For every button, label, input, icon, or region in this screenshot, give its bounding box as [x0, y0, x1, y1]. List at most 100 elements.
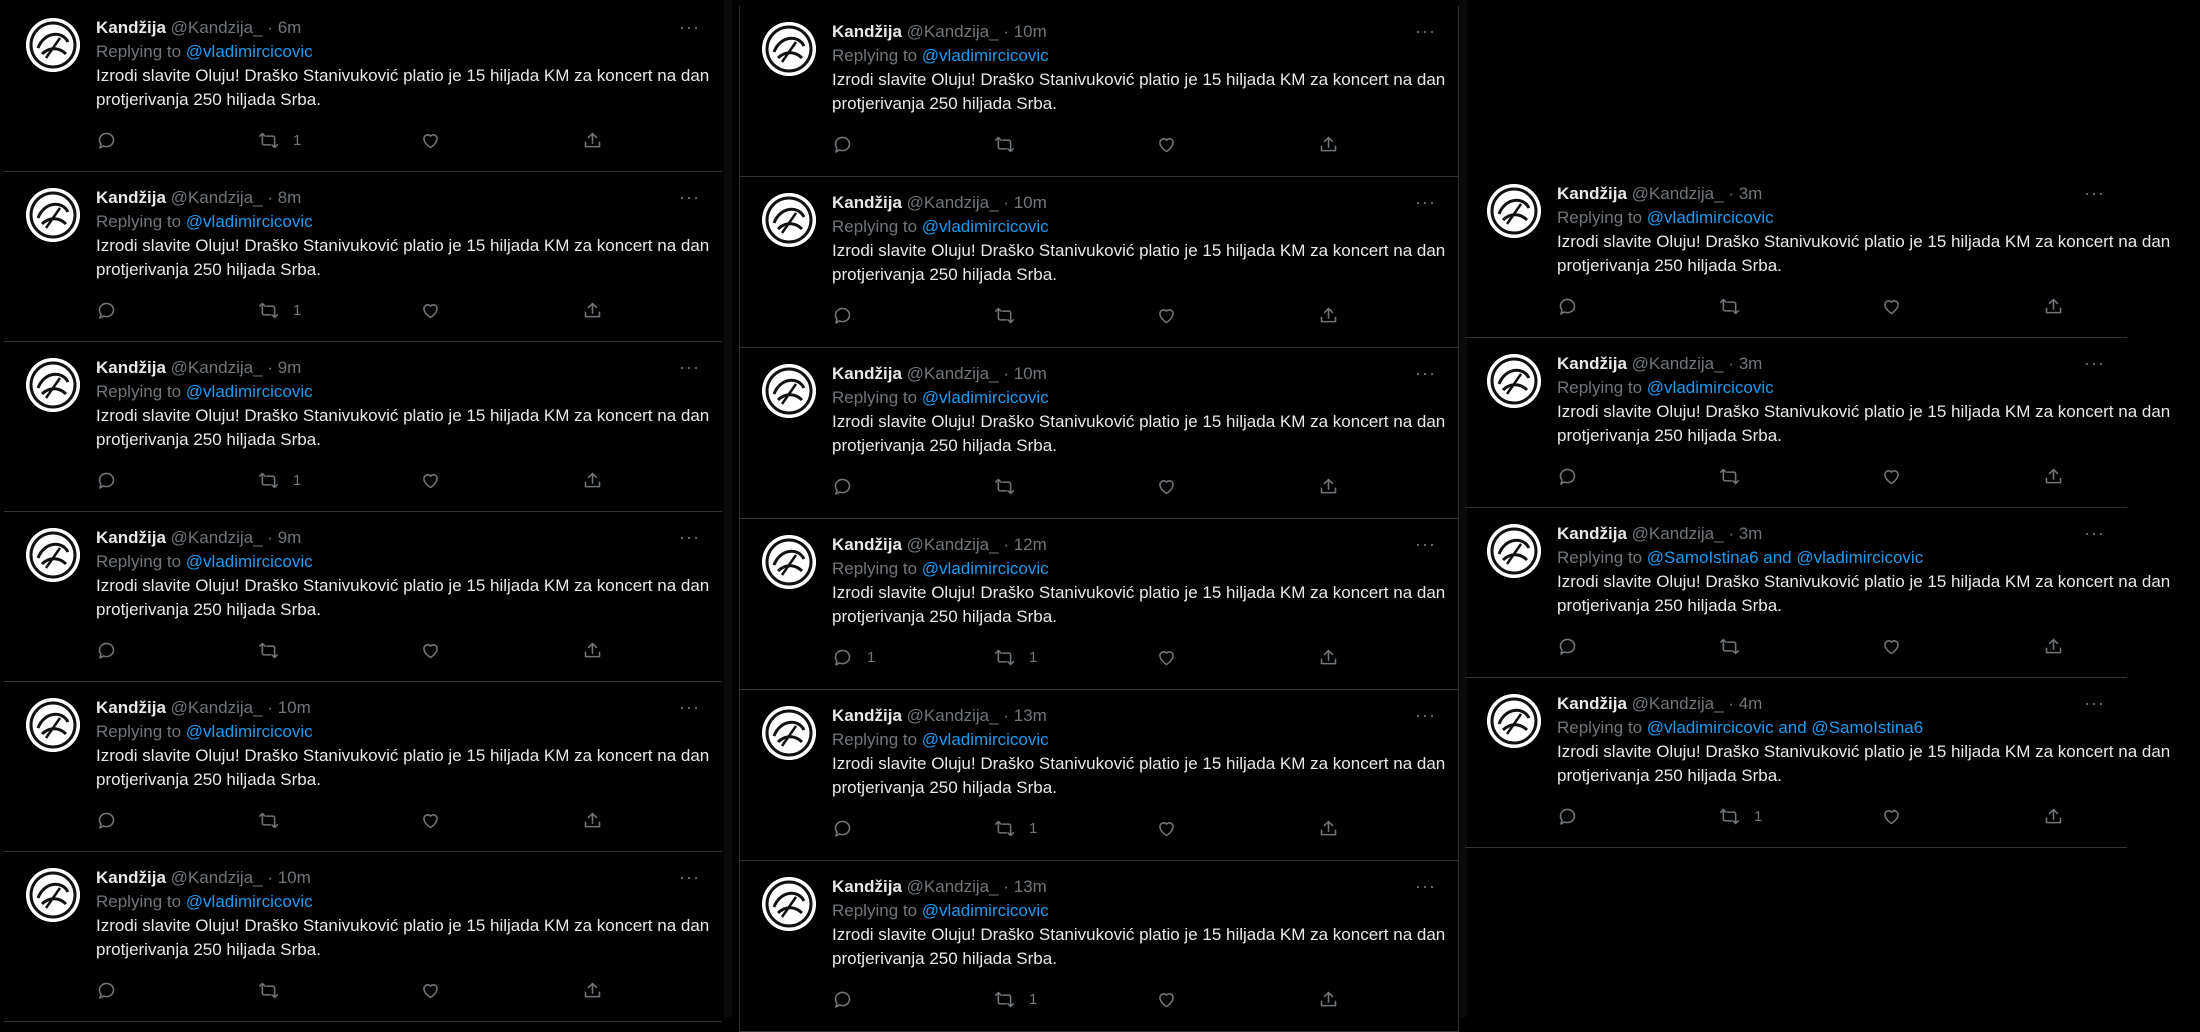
mention-link[interactable]: @SamoIstina6 and @vladimircicovic: [1647, 548, 1923, 567]
share-button[interactable]: [2043, 466, 2200, 487]
like-button[interactable]: [1156, 134, 1318, 155]
more-dots-icon[interactable]: ···: [679, 868, 700, 886]
reply-button[interactable]: [96, 130, 258, 151]
author-handle[interactable]: @Kandzija_: [907, 706, 999, 725]
tweet-time[interactable]: 13m: [1014, 706, 1047, 725]
more-dots-icon[interactable]: ···: [2084, 354, 2105, 372]
mention-link[interactable]: @vladimircicovic: [186, 552, 313, 571]
more-dots-icon[interactable]: ···: [1415, 706, 1436, 724]
retweet-button[interactable]: [994, 134, 1156, 155]
author-name[interactable]: Kandžija: [832, 364, 902, 383]
mention-link[interactable]: @vladimircicovic and @SamoIstina6: [1647, 718, 1923, 737]
tweet-time[interactable]: 9m: [278, 528, 302, 547]
tweet-time[interactable]: 3m: [1739, 184, 1763, 203]
tweet-time[interactable]: 4m: [1739, 694, 1763, 713]
share-button[interactable]: [1318, 134, 1480, 155]
like-button[interactable]: [1881, 636, 2043, 657]
tweet[interactable]: Kandžija @Kandzija_ · 10m ··· Replying t…: [740, 177, 1458, 348]
retweet-button[interactable]: 1: [994, 989, 1156, 1010]
tweet-time[interactable]: 10m: [278, 868, 311, 887]
avatar[interactable]: [762, 364, 816, 418]
author-handle[interactable]: @Kandzija_: [171, 188, 263, 207]
more-dots-icon[interactable]: ···: [1415, 535, 1436, 553]
reply-button[interactable]: [832, 818, 994, 839]
reply-button[interactable]: [1557, 466, 1719, 487]
share-button[interactable]: [582, 130, 744, 151]
author-name[interactable]: Kandžija: [96, 868, 166, 887]
mention-link[interactable]: @vladimircicovic: [922, 559, 1049, 578]
share-button[interactable]: [1318, 818, 1480, 839]
tweet-time[interactable]: 10m: [1014, 22, 1047, 41]
tweet[interactable]: Kandžija @Kandzija_ · 10m ··· Replying t…: [4, 682, 722, 852]
retweet-button[interactable]: [1719, 466, 1881, 487]
reply-button[interactable]: 1: [832, 647, 994, 668]
author-handle[interactable]: @Kandzija_: [171, 358, 263, 377]
tweet-time[interactable]: 8m: [278, 188, 302, 207]
more-dots-icon[interactable]: ···: [1415, 877, 1436, 895]
share-button[interactable]: [2043, 636, 2200, 657]
author-handle[interactable]: @Kandzija_: [907, 193, 999, 212]
like-button[interactable]: [1156, 305, 1318, 326]
tweet[interactable]: Kandžija @Kandzija_ · 10m ··· Replying t…: [740, 348, 1458, 519]
author-name[interactable]: Kandžija: [832, 193, 902, 212]
mention-link[interactable]: @vladimircicovic: [922, 901, 1049, 920]
retweet-button[interactable]: 1: [994, 818, 1156, 839]
share-button[interactable]: [582, 300, 744, 321]
reply-button[interactable]: [96, 640, 258, 661]
author-name[interactable]: Kandžija: [96, 18, 166, 37]
avatar[interactable]: [1487, 354, 1541, 408]
share-button[interactable]: [1318, 989, 1480, 1010]
author-name[interactable]: Kandžija: [832, 22, 902, 41]
mention-link[interactable]: @vladimircicovic: [922, 730, 1049, 749]
more-dots-icon[interactable]: ···: [2084, 184, 2105, 202]
retweet-button[interactable]: [1719, 636, 1881, 657]
reply-button[interactable]: [1557, 636, 1719, 657]
tweet-time[interactable]: 10m: [1014, 364, 1047, 383]
author-name[interactable]: Kandžija: [96, 188, 166, 207]
reply-button[interactable]: [96, 300, 258, 321]
tweet[interactable]: Kandžija @Kandzija_ · 3m ··· Replying to…: [1465, 168, 2170, 338]
author-name[interactable]: Kandžija: [96, 528, 166, 547]
mention-link[interactable]: @vladimircicovic: [186, 892, 313, 911]
share-button[interactable]: [582, 810, 744, 831]
tweet[interactable]: Kandžija @Kandzija_ · 3m ··· Replying to…: [1465, 338, 2170, 508]
like-button[interactable]: [1156, 476, 1318, 497]
more-dots-icon[interactable]: ···: [1415, 364, 1436, 382]
mention-link[interactable]: @vladimircicovic: [1647, 208, 1774, 227]
like-button[interactable]: [1881, 296, 2043, 317]
tweet-time[interactable]: 9m: [278, 358, 302, 377]
mention-link[interactable]: @vladimircicovic: [922, 46, 1049, 65]
avatar[interactable]: [26, 358, 80, 412]
author-handle[interactable]: @Kandzija_: [171, 18, 263, 37]
more-dots-icon[interactable]: ···: [2084, 524, 2105, 542]
tweet-time[interactable]: 3m: [1739, 354, 1763, 373]
author-handle[interactable]: @Kandzija_: [1632, 524, 1724, 543]
retweet-button[interactable]: [258, 640, 420, 661]
like-button[interactable]: [420, 130, 582, 151]
reply-button[interactable]: [1557, 806, 1719, 827]
reply-button[interactable]: [96, 980, 258, 1001]
like-button[interactable]: [420, 980, 582, 1001]
author-handle[interactable]: @Kandzija_: [1632, 184, 1724, 203]
author-name[interactable]: Kandžija: [96, 698, 166, 717]
author-name[interactable]: Kandžija: [1557, 524, 1627, 543]
share-button[interactable]: [1318, 647, 1480, 668]
like-button[interactable]: [420, 810, 582, 831]
like-button[interactable]: [420, 300, 582, 321]
more-dots-icon[interactable]: ···: [2084, 694, 2105, 712]
avatar[interactable]: [762, 193, 816, 247]
tweet[interactable]: Kandžija @Kandzija_ · 9m ··· Replying to…: [4, 512, 722, 682]
retweet-button[interactable]: [258, 980, 420, 1001]
tweet-time[interactable]: 6m: [278, 18, 302, 37]
avatar[interactable]: [26, 188, 80, 242]
like-button[interactable]: [420, 470, 582, 491]
tweet-time[interactable]: 13m: [1014, 877, 1047, 896]
mention-link[interactable]: @vladimircicovic: [186, 42, 313, 61]
avatar[interactable]: [26, 868, 80, 922]
more-dots-icon[interactable]: ···: [679, 18, 700, 36]
retweet-button[interactable]: [258, 810, 420, 831]
author-handle[interactable]: @Kandzija_: [1632, 354, 1724, 373]
author-name[interactable]: Kandžija: [1557, 184, 1627, 203]
author-handle[interactable]: @Kandzija_: [171, 868, 263, 887]
author-name[interactable]: Kandžija: [96, 358, 166, 377]
